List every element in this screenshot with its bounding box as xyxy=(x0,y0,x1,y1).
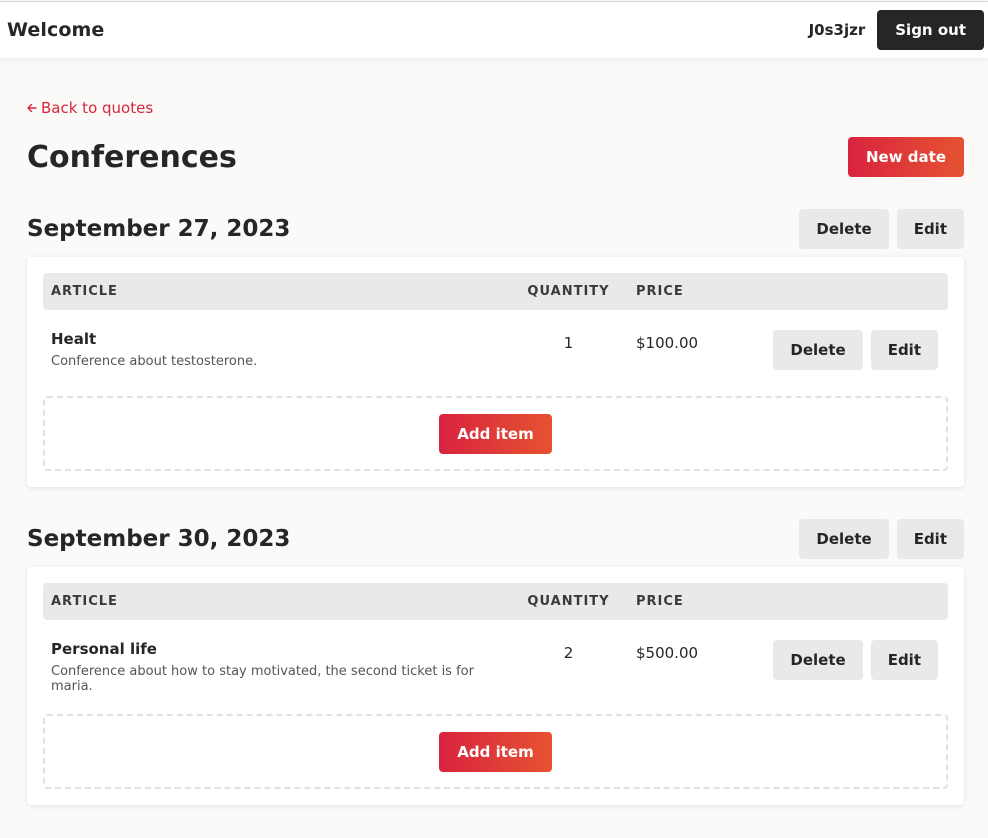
column-header-article: ARTICLE xyxy=(51,594,118,609)
add-item-button[interactable]: Add item xyxy=(439,731,552,772)
username-label: J0s3jzr xyxy=(808,21,866,39)
date-actions: Delete Edit xyxy=(799,519,964,559)
delete-item-button[interactable]: Delete xyxy=(773,640,863,680)
delete-item-button[interactable]: Delete xyxy=(773,330,863,370)
item-price: $100.00 xyxy=(636,334,699,352)
date-actions: Delete Edit xyxy=(799,209,964,249)
column-header-quantity: QUANTITY xyxy=(527,594,610,609)
table-row: Healt Conference about testosterone. 1 $… xyxy=(43,310,948,396)
item-description: Conference about testosterone. xyxy=(51,354,258,369)
line-items-card: ARTICLE QUANTITY PRICE Healt Conference … xyxy=(27,257,964,487)
table-header: ARTICLE QUANTITY PRICE xyxy=(43,583,948,620)
date-title: September 27, 2023 xyxy=(27,216,291,242)
item-actions: Delete Edit xyxy=(720,330,948,370)
arrow-left-icon xyxy=(27,103,37,113)
top-navbar: Welcome J0s3jzr Sign out xyxy=(0,1,988,58)
page-title: Conferences xyxy=(27,139,237,175)
main-content: Back to quotes Conferences New date Sept… xyxy=(27,98,964,805)
edit-date-button[interactable]: Edit xyxy=(896,519,964,559)
add-item-button[interactable]: Add item xyxy=(439,413,552,454)
item-name: Healt xyxy=(51,330,97,348)
column-header-price: PRICE xyxy=(636,284,684,299)
item-description: Conference about how to stay motivated, … xyxy=(51,664,474,694)
column-header-price: PRICE xyxy=(636,594,684,609)
delete-date-button[interactable]: Delete xyxy=(799,209,889,249)
user-area: J0s3jzr Sign out xyxy=(809,10,984,50)
date-title: September 30, 2023 xyxy=(27,526,291,552)
line-items-card: ARTICLE QUANTITY PRICE Personal life Con… xyxy=(27,567,964,805)
app-title: Welcome xyxy=(7,19,105,41)
date-header: September 30, 2023 Delete Edit xyxy=(27,519,964,559)
page-header: Conferences New date xyxy=(27,137,964,177)
new-date-button[interactable]: New date xyxy=(847,137,964,177)
edit-item-button[interactable]: Edit xyxy=(870,640,938,680)
column-header-quantity: QUANTITY xyxy=(527,284,610,299)
edit-date-button[interactable]: Edit xyxy=(896,209,964,249)
add-item-zone: Add item xyxy=(43,714,948,789)
date-section: September 27, 2023 Delete Edit ARTICLE Q… xyxy=(27,209,964,487)
sign-out-button[interactable]: Sign out xyxy=(877,10,984,50)
delete-date-button[interactable]: Delete xyxy=(799,519,889,559)
item-price: $500.00 xyxy=(636,644,699,662)
back-to-quotes-link[interactable]: Back to quotes xyxy=(27,99,153,117)
item-quantity: 2 xyxy=(563,644,574,662)
item-quantity: 1 xyxy=(563,334,574,352)
table-row: Personal life Conference about how to st… xyxy=(43,620,948,714)
table-header: ARTICLE QUANTITY PRICE xyxy=(43,273,948,310)
item-actions: Delete Edit xyxy=(720,640,948,680)
column-header-article: ARTICLE xyxy=(51,284,118,299)
item-name: Personal life xyxy=(51,640,157,658)
back-link-label: Back to quotes xyxy=(41,99,154,117)
date-section: September 30, 2023 Delete Edit ARTICLE Q… xyxy=(27,519,964,805)
edit-item-button[interactable]: Edit xyxy=(870,330,938,370)
add-item-zone: Add item xyxy=(43,396,948,471)
date-header: September 27, 2023 Delete Edit xyxy=(27,209,964,249)
